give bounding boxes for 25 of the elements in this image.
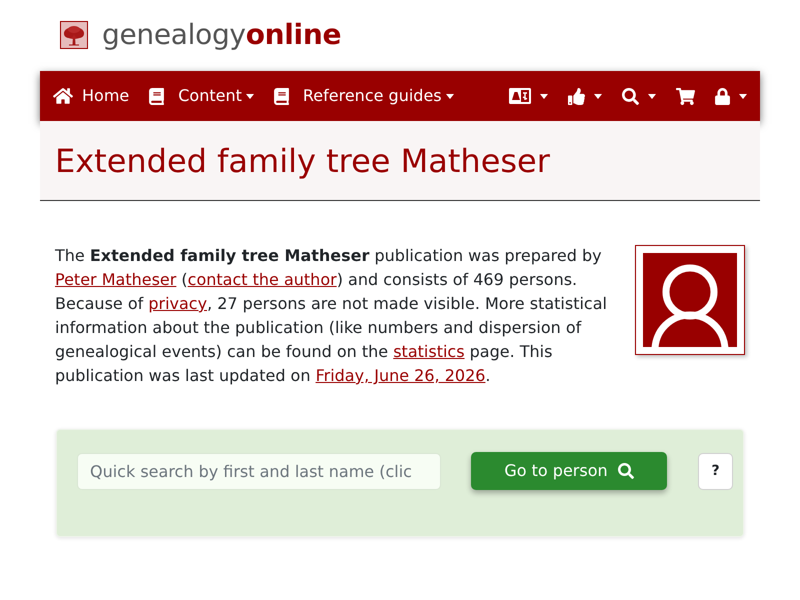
publication-description: The Extended family tree Matheser publication was prepared by Peter Matheser (contact the author) and consists of 469 persons. Because of privacy, 27 persons are not made visible. More statistical information about the publication (like numbers and dispersion of genealogical events) can be found on the statistics page. This publication was last updated on Friday, June 26, 2026.: [55, 245, 608, 387]
site-logo-text[interactable]: genealogyonline: [102, 20, 342, 48]
lock-icon: [715, 88, 730, 104]
nav-link[interactable]: Reference guides: [264, 76, 464, 116]
nav-link[interactable]: Home: [43, 76, 140, 116]
text-link[interactable]: statistics: [393, 342, 465, 361]
search-icon: [618, 463, 634, 479]
text-link[interactable]: privacy: [148, 294, 208, 313]
cart-icon: [676, 88, 695, 104]
text-link[interactable]: Friday, June 26, 2026: [316, 366, 486, 385]
book-icon: [274, 88, 289, 104]
book-icon: [149, 88, 164, 104]
language-icon: [509, 88, 531, 104]
search-icon: [622, 88, 639, 104]
help-button[interactable]: ?: [698, 453, 733, 490]
quick-search-field[interactable]: Quick search by first and last name (clic: [77, 453, 441, 490]
page-title: Extended family tree Matheser: [55, 144, 550, 176]
text-link[interactable]: Peter Matheser: [55, 270, 176, 289]
go-to-person-button[interactable]: Go to person: [471, 452, 667, 490]
nav-link[interactable]: Content: [139, 76, 264, 116]
home-icon: [53, 87, 73, 105]
thumbs-up-icon: [568, 88, 585, 104]
user-silhouette-icon: [643, 253, 737, 347]
text-link[interactable]: contact the author: [188, 270, 337, 289]
tree-logo-icon: [60, 20, 88, 48]
